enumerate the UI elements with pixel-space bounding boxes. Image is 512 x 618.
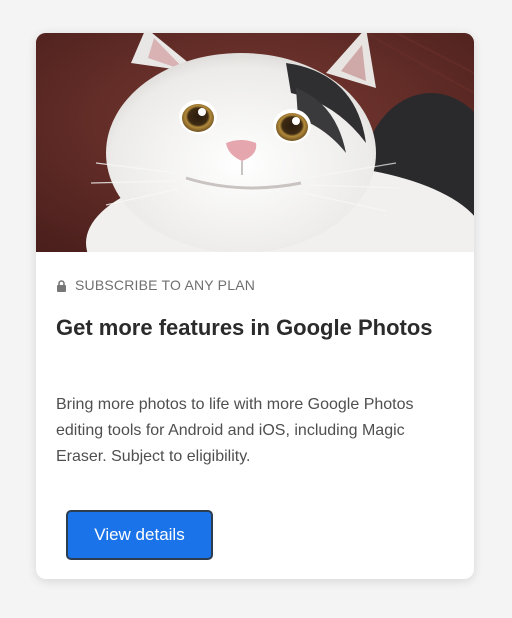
hero-image	[36, 33, 474, 252]
view-details-button[interactable]: View details	[66, 510, 213, 560]
eyebrow-label: SUBSCRIBE TO ANY PLAN	[75, 277, 256, 293]
eyebrow: SUBSCRIBE TO ANY PLAN	[56, 277, 255, 293]
cat-photo	[36, 33, 474, 252]
promo-card: SUBSCRIBE TO ANY PLAN Get more features …	[36, 33, 474, 579]
lock-icon	[56, 279, 67, 292]
card-description: Bring more photos to life with more Goog…	[56, 396, 414, 465]
card-title: Get more features in Google Photos	[56, 315, 433, 340]
